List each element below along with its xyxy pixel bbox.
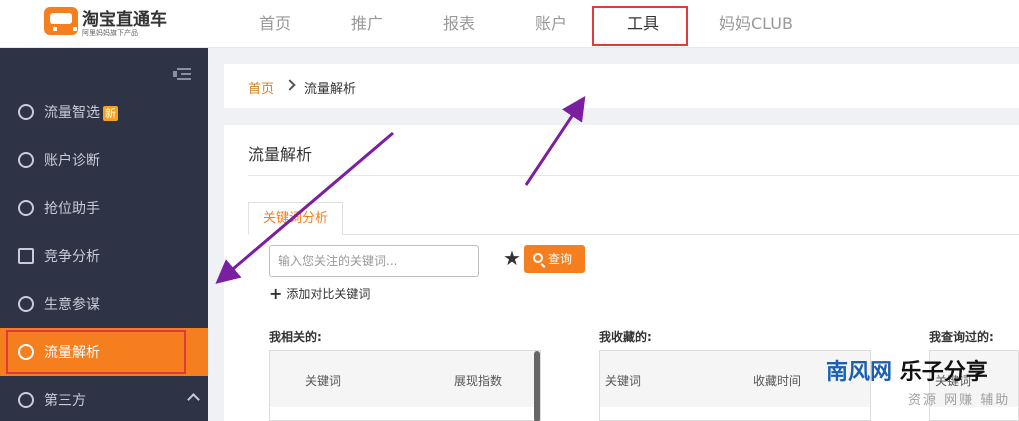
nav-home[interactable]: 首页 (259, 10, 291, 34)
tab-divider (248, 234, 1019, 235)
section-query-history: 我查询过的: (929, 330, 994, 344)
pulse-icon (18, 104, 34, 120)
section-my-favorites: 我收藏的: (599, 330, 652, 344)
keyword-search-input[interactable] (269, 245, 479, 277)
related-keywords-table: 关键词 展现指数 (269, 350, 541, 421)
nav-reports[interactable]: 报表 (443, 10, 475, 34)
sidebar-item-label: 账户诊断 (44, 153, 100, 169)
traffic-analysis-highlight-box (6, 330, 186, 374)
sidebar-item-label: 生意参谋 (44, 297, 100, 313)
bar-chart-icon (18, 248, 34, 264)
logo[interactable]: 淘宝直通车 阿里妈妈旗下产品 (44, 5, 184, 41)
watermark: 南风网 乐子分享 (826, 354, 988, 386)
watermark-slogan: 乐子分享 (899, 360, 988, 385)
tab-keyword-analysis[interactable]: 关键词分析 (248, 202, 343, 235)
car-logo-icon (44, 7, 78, 35)
divider (248, 175, 1019, 176)
watermark-subtitle: 资源 网赚 辅助 (908, 393, 1011, 408)
query-button-label: 查询 (548, 252, 573, 266)
logo-subtitle: 阿里妈妈旗下产品 (82, 29, 138, 37)
sidebar-item-competition[interactable]: 竞争分析 (0, 232, 208, 280)
watermark-site: 南风网 (826, 360, 893, 385)
sidebar-item-traffic-select[interactable]: 流量智选新 (0, 88, 208, 136)
column-header-keyword: 关键词 (305, 374, 342, 388)
circle-icon (18, 392, 34, 408)
sidebar-item-account-diagnosis[interactable]: 账户诊断 (0, 136, 208, 184)
column-header-keyword: 关键词 (605, 374, 642, 388)
new-badge: 新 (103, 106, 118, 121)
sidebar-item-business-advisor[interactable]: 生意参谋 (0, 280, 208, 328)
nav-mama-club[interactable]: 妈妈CLUB (719, 10, 793, 34)
target-icon (18, 200, 34, 216)
sidebar-item-label: 抢位助手 (44, 201, 100, 217)
scrollbar[interactable] (534, 351, 540, 421)
plus-icon: + (269, 284, 283, 303)
logo-title: 淘宝直通车 (82, 10, 167, 30)
sidebar-item-rank-assistant[interactable]: 抢位助手 (0, 184, 208, 232)
breadcrumb-home[interactable]: 首页 (248, 78, 274, 97)
search-icon (533, 253, 543, 263)
column-header-impression-index: 展现指数 (454, 374, 503, 388)
diagnose-icon (18, 152, 34, 168)
nav-account[interactable]: 账户 (535, 10, 567, 34)
breadcrumb: 首页 流量解析 (224, 64, 1019, 108)
top-header: 淘宝直通车 阿里妈妈旗下产品 首页 推广 报表 账户 工具 妈妈CLUB (0, 0, 1019, 48)
page-title: 流量解析 (248, 145, 313, 164)
sidebar-item-third-party[interactable]: 第三方 (0, 376, 208, 421)
compass-icon (18, 296, 34, 312)
section-my-related: 我相关的: (269, 330, 322, 344)
add-compare-keyword-button[interactable]: + 添加对比关键词 (269, 284, 370, 303)
collapse-sidebar-icon[interactable] (173, 68, 191, 82)
add-compare-label: 添加对比关键词 (286, 287, 371, 301)
nav-promotion[interactable]: 推广 (351, 10, 383, 34)
column-header-favorite-time: 收藏时间 (753, 374, 802, 388)
chevron-right-icon (284, 79, 296, 91)
chevron-up-icon[interactable] (187, 393, 200, 406)
tools-highlight-box (592, 6, 688, 46)
star-icon[interactable]: ★ (503, 246, 521, 270)
sidebar-item-label: 竞争分析 (44, 249, 100, 265)
sidebar-item-label: 第三方 (44, 393, 86, 409)
query-button[interactable]: 查询 (524, 245, 585, 273)
sidebar-item-label: 流量智选 (44, 105, 100, 121)
breadcrumb-current: 流量解析 (304, 82, 357, 97)
